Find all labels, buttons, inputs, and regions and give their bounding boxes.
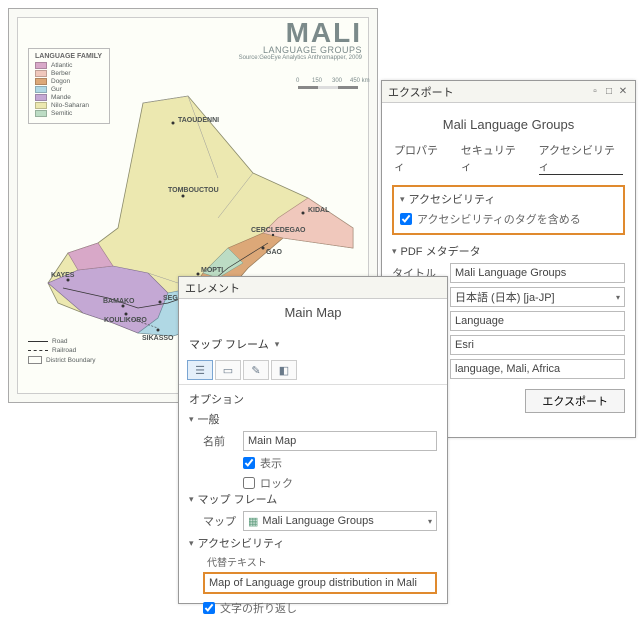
- frame-label: マップ フレーム: [189, 336, 269, 352]
- map-select[interactable]: ▦Mali Language Groups▾: [243, 511, 437, 531]
- svg-text:CERCLEDEGAO: CERCLEDEGAO: [251, 227, 306, 234]
- svg-text:BAMAKO: BAMAKO: [103, 298, 135, 305]
- svg-text:KIDAL: KIDAL: [308, 207, 330, 214]
- export-header: エクスポート ▫ □ ✕: [382, 81, 635, 103]
- alt-text-label: 代替テキスト: [207, 554, 437, 569]
- tool-display-icon[interactable]: ▭: [215, 360, 241, 380]
- svg-text:MOPTI: MOPTI: [201, 267, 223, 274]
- pin-icon[interactable]: □: [603, 86, 615, 98]
- include-tags-label: アクセシビリティのタグを含める: [417, 211, 581, 227]
- meta-lang-select[interactable]: 日本語 (日本) [ja-JP]▾: [450, 287, 625, 307]
- svg-text:GAO: GAO: [266, 249, 283, 256]
- meta-title-input[interactable]: [450, 263, 625, 283]
- meta-keywords-input[interactable]: [450, 359, 625, 379]
- dock-icon[interactable]: ▫: [589, 86, 601, 98]
- tool-format-icon[interactable]: ☰: [187, 360, 213, 380]
- options-label: オプション: [189, 387, 437, 411]
- svg-text:TAOUDENNI: TAOUDENNI: [178, 117, 219, 124]
- svg-text:KAYES: KAYES: [51, 272, 75, 279]
- include-tags-checkbox[interactable]: [400, 213, 412, 225]
- export-tabs: プロパティ セキュリティ アクセシビリティ: [392, 142, 625, 181]
- element-header: エレメント: [179, 277, 447, 299]
- alt-text-input[interactable]: [203, 572, 437, 594]
- meta-author-input[interactable]: [450, 335, 625, 355]
- tab-properties[interactable]: プロパティ: [394, 142, 447, 175]
- visible-checkbox[interactable]: [243, 457, 255, 469]
- element-toolbar: ☰ ▭ ✎ ◧: [179, 356, 447, 385]
- element-panel: エレメント Main Map マップ フレーム ▾ ☰ ▭ ✎ ◧ オプション …: [178, 276, 448, 604]
- export-title: エクスポート: [388, 84, 454, 100]
- tab-accessibility[interactable]: アクセシビリティ: [539, 142, 623, 175]
- map-icon: ▦: [248, 515, 258, 528]
- export-button[interactable]: エクスポート: [525, 389, 625, 413]
- mapframe-section[interactable]: マップ フレーム: [189, 491, 437, 507]
- meta-subject-input[interactable]: [450, 311, 625, 331]
- export-doc-title: Mali Language Groups: [392, 111, 625, 142]
- general-section[interactable]: 一般: [189, 411, 437, 427]
- accessibility-highlight: アクセシビリティ アクセシビリティのタグを含める: [392, 185, 625, 235]
- tool-link-icon[interactable]: ◧: [271, 360, 297, 380]
- wrap-checkbox[interactable]: [203, 602, 215, 614]
- accessibility-section[interactable]: アクセシビリティ: [400, 191, 617, 207]
- lock-checkbox[interactable]: [243, 477, 255, 489]
- element-title: エレメント: [185, 280, 240, 296]
- tool-placement-icon[interactable]: ✎: [243, 360, 269, 380]
- svg-text:TOMBOUCTOU: TOMBOUCTOU: [168, 187, 219, 194]
- svg-text:SIKASSO: SIKASSO: [142, 335, 174, 342]
- close-icon[interactable]: ✕: [617, 86, 629, 98]
- elem-accessibility-section[interactable]: アクセシビリティ: [189, 535, 437, 551]
- element-doc-title: Main Map: [179, 299, 447, 330]
- name-input[interactable]: [243, 431, 437, 451]
- pdf-meta-section[interactable]: PDF メタデータ: [392, 243, 625, 259]
- svg-text:KOULIKORO: KOULIKORO: [104, 317, 147, 324]
- tab-security[interactable]: セキュリティ: [461, 142, 525, 175]
